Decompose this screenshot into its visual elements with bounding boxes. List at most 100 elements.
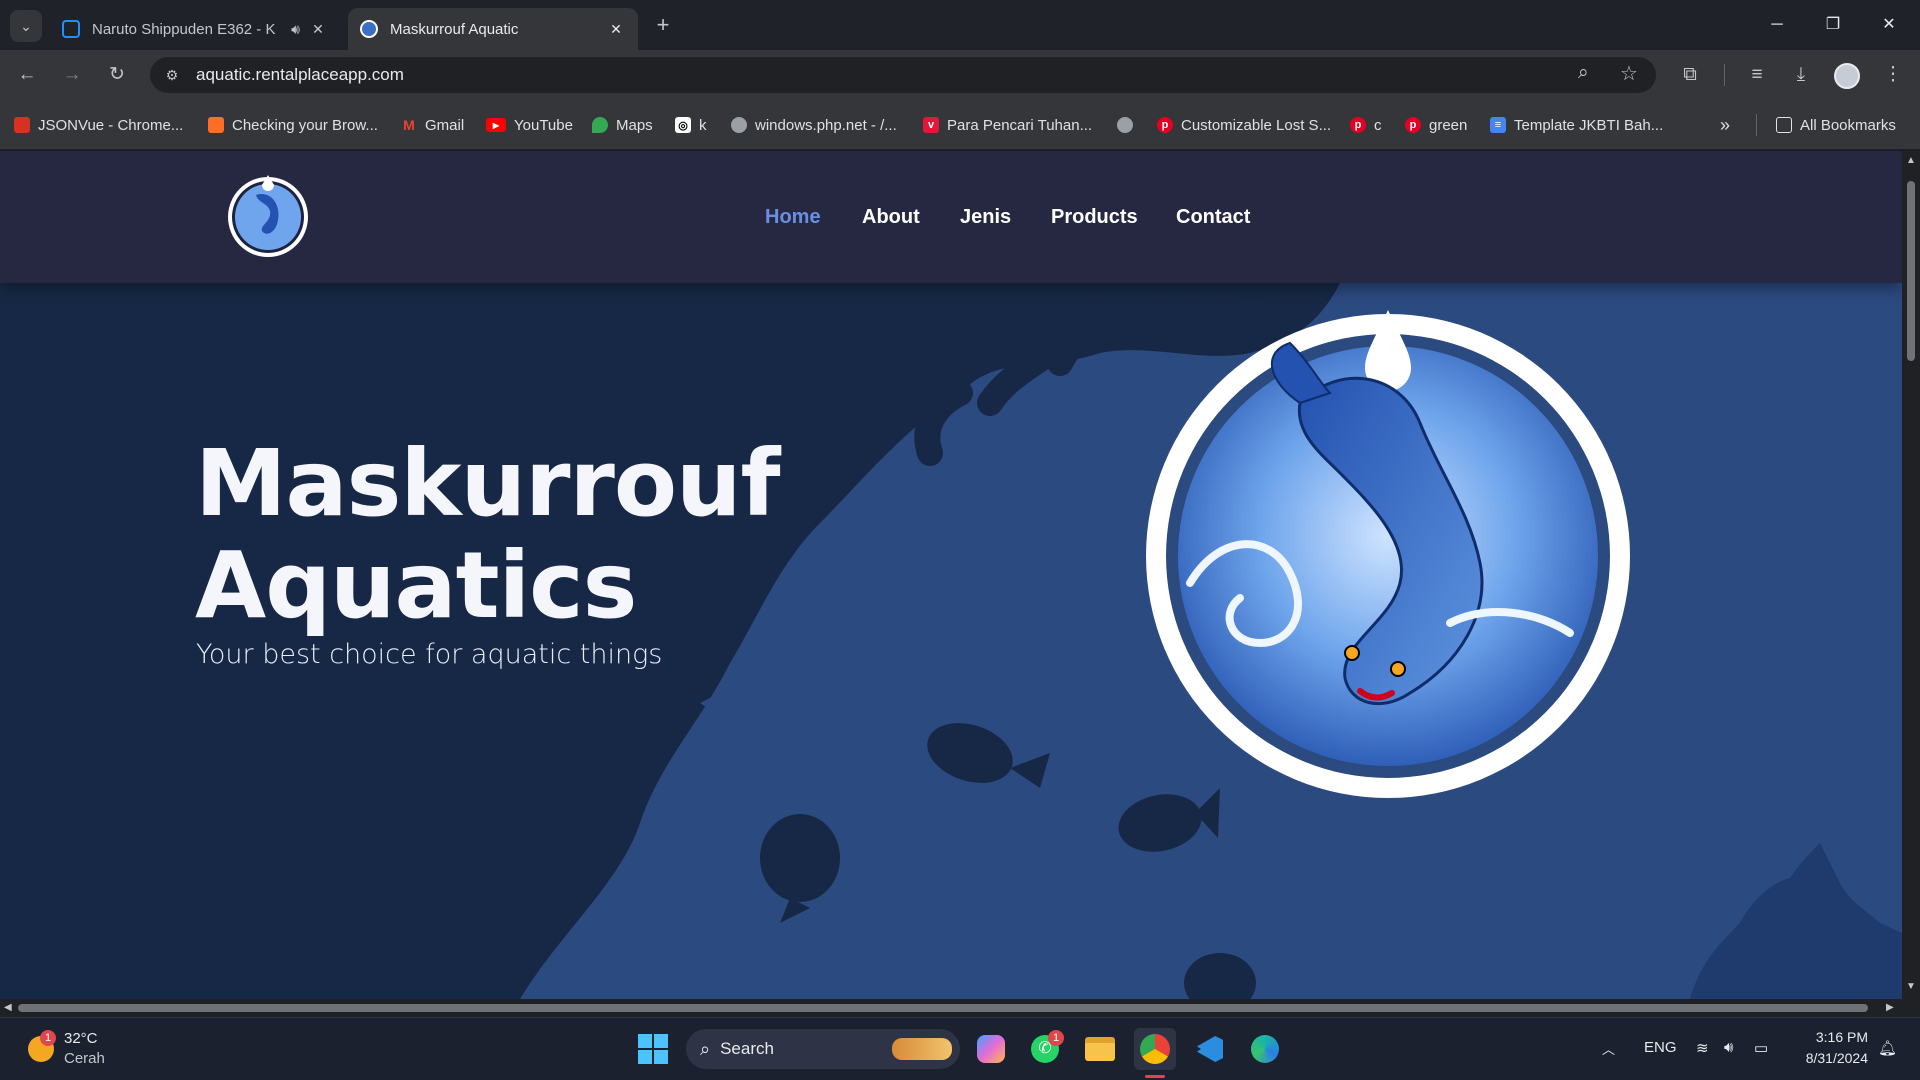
reload-icon[interactable]: ↻ <box>102 60 132 90</box>
globe-icon <box>1117 117 1133 133</box>
scroll-down-icon[interactable]: ▼ <box>1906 981 1916 992</box>
site-logo[interactable] <box>226 175 310 259</box>
bookmark-label: c <box>1374 116 1382 134</box>
tab-search-dropdown-icon[interactable]: ⌄ <box>10 10 42 42</box>
all-bookmarks-button[interactable]: All Bookmarks <box>1776 112 1896 138</box>
bookmark-label: Checking your Brow... <box>232 116 378 134</box>
hero-title: Maskurrouf Aquatics <box>195 433 895 637</box>
active-app-indicator <box>1145 1075 1165 1078</box>
menu-kebab-icon[interactable]: ⋮ <box>1878 60 1908 90</box>
search-label: Search <box>720 1039 774 1058</box>
close-tab-icon[interactable]: ✕ <box>606 21 626 38</box>
back-icon[interactable]: ← <box>12 60 42 90</box>
bookmark-label: Maps <box>616 116 653 134</box>
bookmarks-divider <box>1756 114 1757 136</box>
download-icon[interactable]: ⤓ <box>1786 60 1816 90</box>
bookmark-item[interactable]: Checking your Brow... <box>208 112 378 138</box>
scroll-corner <box>1902 999 1920 1017</box>
language-indicator[interactable]: ENG <box>1644 1039 1677 1056</box>
bookmark-label: Customizable Lost S... <box>1181 116 1332 134</box>
nav-jenis[interactable]: Jenis <box>960 206 1011 229</box>
battery-icon[interactable]: ▭ <box>1754 1039 1768 1057</box>
bookmark-item[interactable]: ◎ k <box>675 112 707 138</box>
more-bookmarks-icon[interactable]: » <box>1720 112 1730 138</box>
file-explorer-icon[interactable] <box>1079 1028 1121 1070</box>
hero-title-line1: Maskurrouf <box>195 430 781 537</box>
tray-overflow-icon[interactable]: ︿ <box>1602 1039 1615 1058</box>
vertical-scrollbar[interactable]: ▲ ▼ <box>1902 151 1920 999</box>
bookmark-label: Para Pencari Tuhan... <box>947 116 1093 134</box>
weather-badge: 1 <box>40 1030 56 1046</box>
taskbar-search[interactable]: ⌕ Search <box>686 1029 960 1069</box>
horizontal-scroll-thumb[interactable] <box>18 1004 1868 1012</box>
vertical-scroll-thumb[interactable] <box>1907 181 1915 361</box>
url-text[interactable]: aquatic.rentalplaceapp.com <box>196 65 404 85</box>
close-tab-icon[interactable]: ✕ <box>308 21 328 38</box>
nav-home[interactable]: Home <box>765 206 821 229</box>
volume-icon[interactable]: 🔊︎ <box>1724 1039 1733 1056</box>
notifications-bell-icon[interactable]: 🔔︎ <box>1878 1039 1897 1057</box>
clock-date[interactable]: 8/31/2024 <box>1792 1050 1868 1066</box>
hero-subtitle: Your best choice for aquatic things <box>196 639 663 670</box>
bookmark-item[interactable]: p green <box>1405 112 1467 138</box>
zoom-icon[interactable]: ⌕ <box>1578 62 1589 84</box>
scroll-right-icon[interactable]: ▶ <box>1886 1002 1894 1013</box>
edge-icon[interactable] <box>1244 1028 1286 1070</box>
bookmark-item[interactable]: pc <box>1350 112 1382 138</box>
weather-temp[interactable]: 32°C <box>64 1030 98 1047</box>
youtube-icon: ▶ <box>486 118 506 132</box>
nav-about[interactable]: About <box>862 206 920 229</box>
scroll-up-icon[interactable]: ▲ <box>1906 155 1916 166</box>
windows-start-icon[interactable] <box>632 1028 674 1070</box>
new-tab-plus-icon[interactable]: + <box>648 10 678 40</box>
profile-avatar[interactable] <box>1834 63 1860 89</box>
horizontal-scrollbar[interactable]: ◀ ▶ <box>0 999 1902 1017</box>
chrome-taskbar-icon[interactable] <box>1134 1028 1176 1070</box>
folder-icon <box>1776 117 1792 133</box>
extensions-icon[interactable]: ⧉ <box>1675 60 1705 90</box>
browser-toolbar: ← → ↻ ⚙ aquatic.rentalplaceapp.com ⌕ ☆ ⧉… <box>0 50 1920 100</box>
docs-icon: ≡ <box>1490 117 1506 133</box>
pinterest-icon: p <box>1350 117 1366 133</box>
vscode-icon[interactable] <box>1189 1028 1231 1070</box>
bookmark-item[interactable]: Maps <box>592 112 653 138</box>
bookmark-item[interactable]: M Gmail <box>401 112 464 138</box>
restore-icon[interactable]: ❐ <box>1810 10 1856 40</box>
page-viewport: Maskurrouf Aquatics Your best choice for… <box>0 151 1902 999</box>
bookmark-item[interactable]: JSONVue - Chrome... <box>14 112 183 138</box>
all-bookmarks-label: All Bookmarks <box>1800 116 1896 134</box>
bookmark-star-icon[interactable]: ☆ <box>1620 61 1638 86</box>
nav-products[interactable]: Products <box>1051 206 1138 229</box>
tab-maskurrouf[interactable]: Maskurrouf Aquatic ✕ <box>348 8 638 50</box>
nav-contact[interactable]: Contact <box>1176 206 1250 229</box>
wifi-icon[interactable]: ≋ <box>1696 1039 1709 1057</box>
close-window-icon[interactable]: ✕ <box>1866 10 1912 40</box>
gmail-icon: M <box>403 117 415 133</box>
chrome-store-icon <box>14 117 30 133</box>
coral-silhouette <box>1690 843 1902 999</box>
bookmark-label: k <box>699 116 707 134</box>
browser-tab-strip: ⌄ Naruto Shippuden E362 - K 🔊︎ ✕ Maskurr… <box>0 0 1920 50</box>
scroll-left-icon[interactable]: ◀ <box>4 1002 12 1013</box>
audio-playing-icon[interactable]: 🔊︎ <box>291 21 300 38</box>
bookmark-item[interactable] <box>1117 112 1141 138</box>
forward-icon[interactable]: → <box>57 60 87 90</box>
bookmark-item[interactable]: v Para Pencari Tuhan... <box>923 112 1092 138</box>
openai-icon: ◎ <box>675 117 691 133</box>
clock-time[interactable]: 3:16 PM <box>1792 1029 1868 1045</box>
address-bar[interactable]: ⚙ aquatic.rentalplaceapp.com ⌕ ☆ <box>150 57 1656 93</box>
bookmark-item[interactable]: ▶ YouTube <box>486 112 573 138</box>
media-control-icon[interactable]: ≡ <box>1742 60 1772 90</box>
weather-desc[interactable]: Cerah <box>64 1050 105 1067</box>
tab-naruto[interactable]: Naruto Shippuden E362 - K 🔊︎ ✕ <box>50 8 340 50</box>
bookmark-item[interactable]: ≡ Template JKBTI Bah... <box>1490 112 1663 138</box>
bookmark-item[interactable]: p Customizable Lost S... <box>1157 112 1331 138</box>
windows-taskbar: 1 32°C Cerah ⌕ Search ✆ 1 ︿ ENG ≋ 🔊︎ ▭ 3… <box>0 1017 1920 1080</box>
bookmarks-bar: JSONVue - Chrome... Checking your Brow..… <box>0 100 1920 150</box>
hero-title-line2: Aquatics <box>195 532 637 639</box>
fish-silhouette <box>1184 953 1256 999</box>
bookmark-item[interactable]: windows.php.net - /... <box>731 112 897 138</box>
minimize-icon[interactable]: ─ <box>1754 10 1800 40</box>
site-info-icon[interactable]: ⚙ <box>162 65 182 85</box>
copilot-icon[interactable] <box>970 1028 1012 1070</box>
